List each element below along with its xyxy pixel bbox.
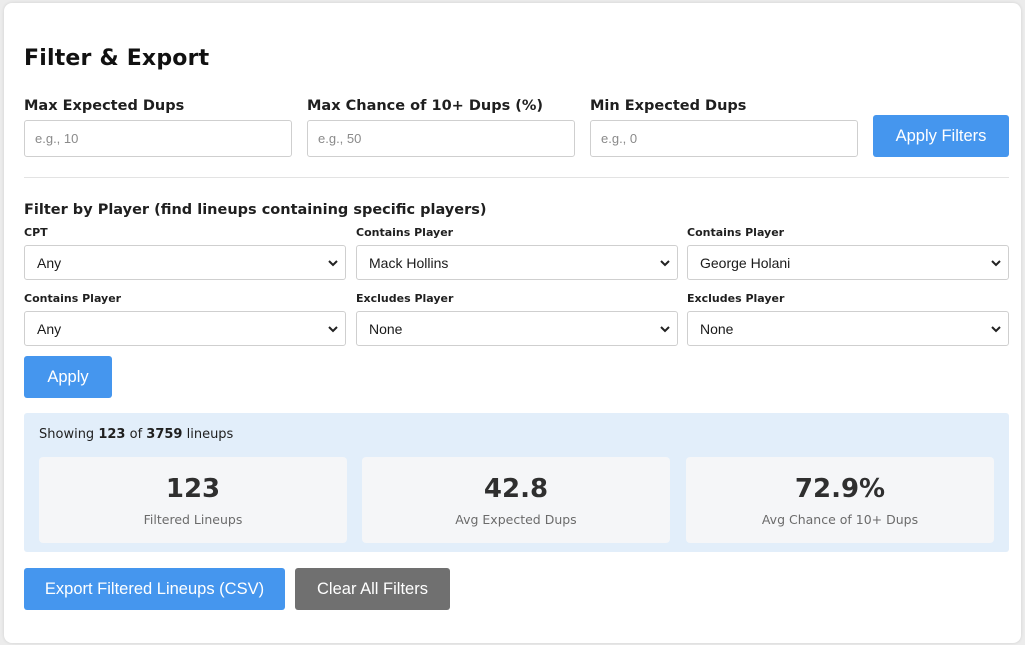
export-csv-button[interactable]: Export Filtered Lineups (CSV) xyxy=(24,568,285,610)
stat-card-filtered-lineups: 123 Filtered Lineups xyxy=(39,457,347,543)
chevron-down-icon xyxy=(991,326,1001,333)
contains-player-3-select[interactable]: Any xyxy=(24,311,346,346)
page-title: Filter & Export xyxy=(24,46,210,71)
shown-count: 123 xyxy=(98,427,126,442)
contains-player-1-select[interactable]: Mack Hollins xyxy=(356,245,678,280)
contains-player-2-value: George Holani xyxy=(700,254,791,271)
max-expected-dups-input[interactable] xyxy=(24,120,292,157)
excludes-player-1-value: None xyxy=(369,320,403,337)
clear-filters-button[interactable]: Clear All Filters xyxy=(295,568,450,610)
showing-prefix: Showing xyxy=(39,427,95,442)
max-expected-dups-label: Max Expected Dups xyxy=(24,98,185,114)
stat-value: 72.9% xyxy=(794,474,886,504)
excludes-player-1-label: Excludes Player xyxy=(356,292,454,305)
apply-filters-button[interactable]: Apply Filters xyxy=(873,115,1009,157)
filter-export-panel: Filter & Export Max Expected Dups Max Ch… xyxy=(4,3,1021,643)
excludes-player-2-value: None xyxy=(700,320,734,337)
excludes-player-2-select[interactable]: None xyxy=(687,311,1009,346)
stat-label: Filtered Lineups xyxy=(143,512,243,527)
contains-player-1-label: Contains Player xyxy=(356,226,454,239)
cpt-select-value: Any xyxy=(37,254,62,271)
cpt-label: CPT xyxy=(24,226,48,239)
min-expected-dups-label: Min Expected Dups xyxy=(590,98,747,114)
stat-card-avg-expected-dups: 42.8 Avg Expected Dups xyxy=(362,457,670,543)
max-chance-dups-input[interactable] xyxy=(307,120,575,157)
stat-card-avg-chance-dups: 72.9% Avg Chance of 10+ Dups xyxy=(686,457,994,543)
section-divider xyxy=(24,177,1009,178)
stat-value: 123 xyxy=(165,474,221,504)
min-expected-dups-input[interactable] xyxy=(590,120,858,157)
cpt-select[interactable]: Any xyxy=(24,245,346,280)
chevron-down-icon xyxy=(328,326,338,333)
summary-box: Showing 123 of 3759 lineups 123 Filtered… xyxy=(24,413,1009,552)
contains-player-1-value: Mack Hollins xyxy=(369,254,449,271)
stat-value: 42.8 xyxy=(483,474,549,504)
stat-label: Avg Expected Dups xyxy=(455,512,577,527)
contains-player-2-select[interactable]: George Holani xyxy=(687,245,1009,280)
total-count: 3759 xyxy=(146,427,183,442)
stat-label: Avg Chance of 10+ Dups xyxy=(761,512,919,527)
contains-player-2-label: Contains Player xyxy=(687,226,785,239)
excludes-player-2-label: Excludes Player xyxy=(687,292,785,305)
showing-text: Showing 123 of 3759 lineups xyxy=(39,427,233,442)
chevron-down-icon xyxy=(991,260,1001,267)
contains-player-3-value: Any xyxy=(37,320,62,337)
showing-suffix: lineups xyxy=(186,427,234,442)
player-filter-title: Filter by Player (find lineups containin… xyxy=(24,202,487,218)
excludes-player-1-select[interactable]: None xyxy=(356,311,678,346)
chevron-down-icon xyxy=(660,326,670,333)
max-chance-dups-label: Max Chance of 10+ Dups (%) xyxy=(307,98,544,114)
chevron-down-icon xyxy=(660,260,670,267)
chevron-down-icon xyxy=(328,260,338,267)
contains-player-3-label: Contains Player xyxy=(24,292,122,305)
of-word: of xyxy=(129,427,143,442)
apply-player-filter-button[interactable]: Apply xyxy=(24,356,112,398)
